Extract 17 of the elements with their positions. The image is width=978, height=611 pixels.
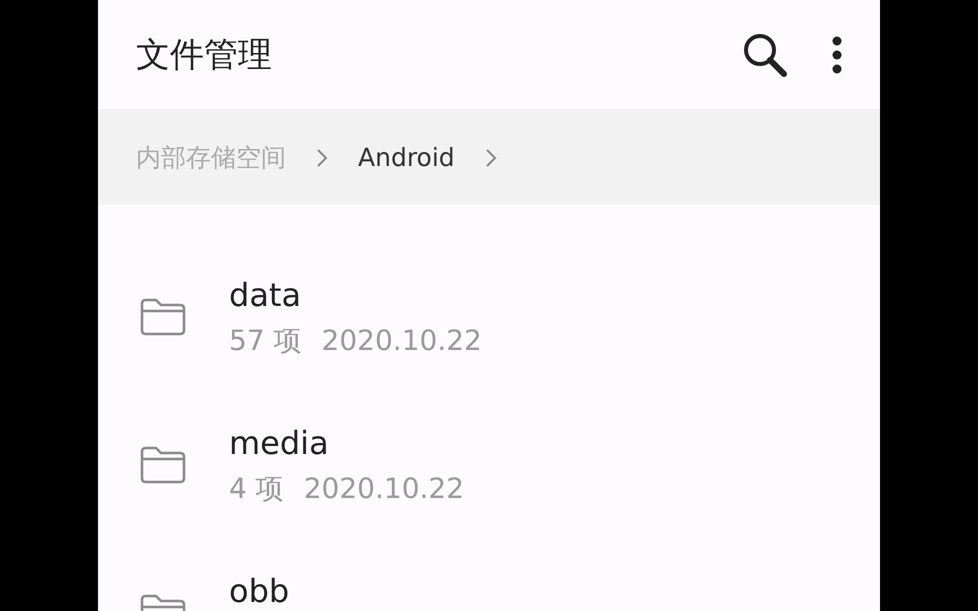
more-icon — [832, 36, 842, 74]
folder-icon — [140, 298, 186, 336]
folder-name[interactable]: data — [229, 276, 482, 314]
search-icon — [742, 32, 788, 78]
chevron-icon — [484, 148, 497, 168]
more-button[interactable] — [832, 36, 842, 74]
chevron-icon — [316, 148, 328, 168]
app-title: 文件管理 — [136, 34, 273, 76]
folder-meta: 2020.10.22 — [304, 471, 464, 507]
folder-meta: 2020.10.22 — [322, 323, 482, 359]
search-button[interactable] — [742, 32, 788, 78]
folder-name[interactable]: media — [229, 424, 464, 462]
folder-meta: 4 项 — [229, 471, 284, 507]
breadcrumb-item[interactable]: Android — [358, 143, 455, 172]
folder-name[interactable]: obb — [229, 572, 290, 610]
folder-meta: 57 项 — [229, 323, 302, 359]
folder-icon — [140, 446, 186, 484]
